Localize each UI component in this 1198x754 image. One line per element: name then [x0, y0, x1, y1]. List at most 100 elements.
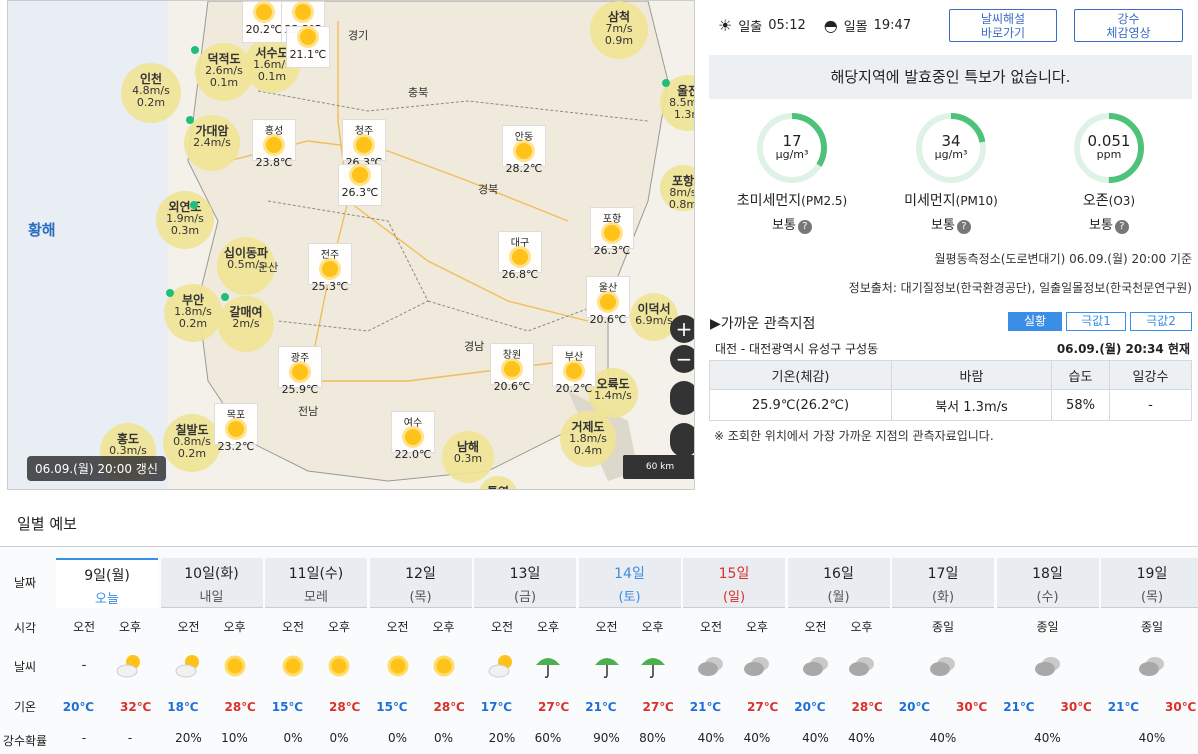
- temp-marker[interactable]: 전주 25.3℃: [308, 243, 352, 293]
- weather-explain-button[interactable]: 날씨해설 바로가기: [949, 9, 1057, 42]
- temp-low: 15℃: [376, 700, 408, 714]
- temp-high: 28℃: [224, 700, 256, 714]
- buoy-marker[interactable]: 인천 4.8m/s 0.2m: [121, 63, 181, 123]
- temp-low: 21℃: [1107, 700, 1139, 714]
- tab-current[interactable]: 실황: [1008, 312, 1062, 331]
- weather-icon-cloud: [696, 651, 726, 681]
- temp-marker[interactable]: 포항 26.3℃: [590, 207, 634, 257]
- temp-marker[interactable]: 홍성 23.8℃: [252, 119, 296, 169]
- temp-marker[interactable]: 26.3℃: [338, 164, 382, 206]
- temp-marker[interactable]: 대구 26.8℃: [498, 231, 542, 281]
- rain-video-button[interactable]: 강수 체감영상: [1074, 9, 1183, 42]
- time-label: 오전: [804, 620, 827, 634]
- buoy-marker[interactable]: 거제도 1.8m/s 0.4m: [560, 411, 616, 467]
- temp-marker[interactable]: 여수 22.0℃: [391, 411, 435, 461]
- weather-icon-umbrella: [592, 651, 622, 681]
- pop-value: 10%: [221, 731, 248, 745]
- buoy-marker[interactable]: 삼척 7m/s 0.9m: [590, 1, 648, 59]
- temp-city: 대구: [510, 238, 530, 249]
- sunrise-icon: ☀: [718, 15, 733, 35]
- tab-extreme-2[interactable]: 극값2: [1130, 312, 1192, 331]
- temp-marker[interactable]: 목포 23.2℃: [214, 403, 258, 453]
- air-station-info: 월평동측정소(도로변대기) 06.09.(월) 20:00 기준: [934, 252, 1192, 266]
- city-label: 전남: [298, 405, 319, 418]
- temp-value: 20.6℃: [589, 313, 627, 326]
- help-icon[interactable]: ?: [797, 220, 812, 234]
- buoy-marker[interactable]: 포항 8m/s 0.8m: [660, 165, 694, 211]
- day-header[interactable]: 17일 (화): [892, 558, 994, 608]
- day-header[interactable]: 11일(수) 모레: [265, 558, 367, 608]
- layer-toggle-button[interactable]: [670, 381, 694, 415]
- temp-city: 울산: [598, 283, 618, 294]
- weather-icon-suncloud: [174, 651, 204, 681]
- day-header[interactable]: 15일 (일): [683, 558, 785, 608]
- temp-marker[interactable]: 부산 20.2℃: [552, 345, 596, 395]
- temp-value: 20.2℃: [555, 382, 593, 395]
- station-dot: [221, 293, 229, 301]
- buoy-marker[interactable]: 갈매여 2m/s: [218, 296, 274, 352]
- weather-map[interactable]: 황해 덕적도 2.6m/s 0.1m 인천 4.8m/s 0.2m 서수도 1.6m/s 0.1…: [7, 0, 695, 490]
- temp-value: 26.3℃: [593, 244, 631, 257]
- layer-toggle-button-2[interactable]: [670, 423, 694, 457]
- temp-city: 청주: [354, 126, 374, 137]
- pop-value: 60%: [534, 731, 562, 745]
- temp-marker[interactable]: 창원 20.6℃: [490, 343, 534, 393]
- help-icon[interactable]: ?: [956, 220, 971, 234]
- day-date: 13일: [509, 566, 541, 582]
- station-time: 06.09.(월) 20:34 현재: [1056, 342, 1190, 356]
- weather-explain-line2: 바로가기: [980, 26, 1026, 40]
- temp-range: 21℃ 27℃: [687, 700, 781, 714]
- temp-marker[interactable]: 안동 28.2℃: [502, 125, 546, 175]
- temp-value: 20.6℃: [493, 380, 531, 393]
- day-header[interactable]: 16일 (월): [787, 558, 890, 608]
- pop-value: 80%: [639, 731, 666, 745]
- temp-range: 18℃ 28℃: [165, 700, 259, 714]
- tab-extreme-1[interactable]: 극값1: [1066, 312, 1126, 331]
- temp-low: 21℃: [1003, 700, 1035, 714]
- gauge-subtitle: (PM2.5): [801, 194, 848, 208]
- sun-icon: [300, 29, 316, 45]
- rain-video-line1: 강수: [1117, 12, 1140, 26]
- sunrise-label: 일출: [738, 19, 763, 35]
- weather-icon-cloud: [742, 651, 772, 681]
- pop-value: 40%: [1034, 731, 1061, 745]
- time-label: 오후: [118, 620, 142, 634]
- buoy-marker[interactable]: 외연도 1.9m/s 0.3m: [156, 191, 214, 249]
- day-date: 19일: [1136, 566, 1168, 582]
- buoy-marker[interactable]: 남해 0.3m: [442, 431, 494, 483]
- sun-icon: [600, 294, 616, 310]
- map-controls: + −: [670, 315, 694, 457]
- buoy-marker[interactable]: 가대암 2.4m/s: [184, 115, 240, 171]
- buoy-marker[interactable]: 칠발도 0.8m/s 0.2m: [163, 414, 221, 472]
- day-header[interactable]: 12일 (목): [369, 558, 472, 608]
- gauge-2: 0.051 ppm 오존(O3) 보통?: [1029, 110, 1189, 234]
- divider: [0, 546, 1198, 547]
- gauge-0: 17 μg/m³ 초미세먼지(PM2.5) 보통?: [712, 110, 872, 234]
- time-label: 오후: [327, 620, 351, 634]
- pop-value: 0%: [387, 731, 408, 745]
- daily-forecast-title: 일별 예보: [17, 515, 77, 533]
- day-header[interactable]: 10일(화) 내일: [160, 558, 263, 608]
- time-label: 종일: [931, 620, 955, 634]
- help-icon[interactable]: ?: [1114, 220, 1129, 234]
- sun-icon: [352, 167, 368, 183]
- temp-marker[interactable]: 광주 25.9℃: [278, 346, 322, 396]
- temp-high: 30℃: [1060, 700, 1092, 714]
- sun-icon: [512, 249, 528, 265]
- day-header[interactable]: 14일 (토): [578, 558, 681, 608]
- day-header[interactable]: 18일 (수): [996, 558, 1099, 608]
- day-header[interactable]: 9일(월) 오늘: [56, 558, 158, 608]
- zoom-in-button[interactable]: +: [670, 315, 694, 343]
- day-header[interactable]: 13일 (금): [474, 558, 576, 608]
- obs-header-rain: 일강수: [1109, 360, 1192, 390]
- temp-marker[interactable]: 울산 20.6℃: [586, 276, 630, 326]
- gauge-title: 미세먼지: [904, 193, 956, 209]
- temp-marker[interactable]: 청주 26.3℃: [342, 119, 386, 169]
- zoom-out-button[interactable]: −: [670, 345, 694, 373]
- sun-times: ☀ 일출 05:12 ◓ 일몰 19:47: [718, 10, 911, 40]
- day-header[interactable]: 19일 (목): [1101, 558, 1198, 608]
- temp-marker[interactable]: 21.1℃: [286, 26, 330, 68]
- pop-value: -: [81, 731, 87, 745]
- temp-marker[interactable]: 20.2℃: [242, 1, 286, 43]
- temp-city: 여수: [403, 418, 423, 429]
